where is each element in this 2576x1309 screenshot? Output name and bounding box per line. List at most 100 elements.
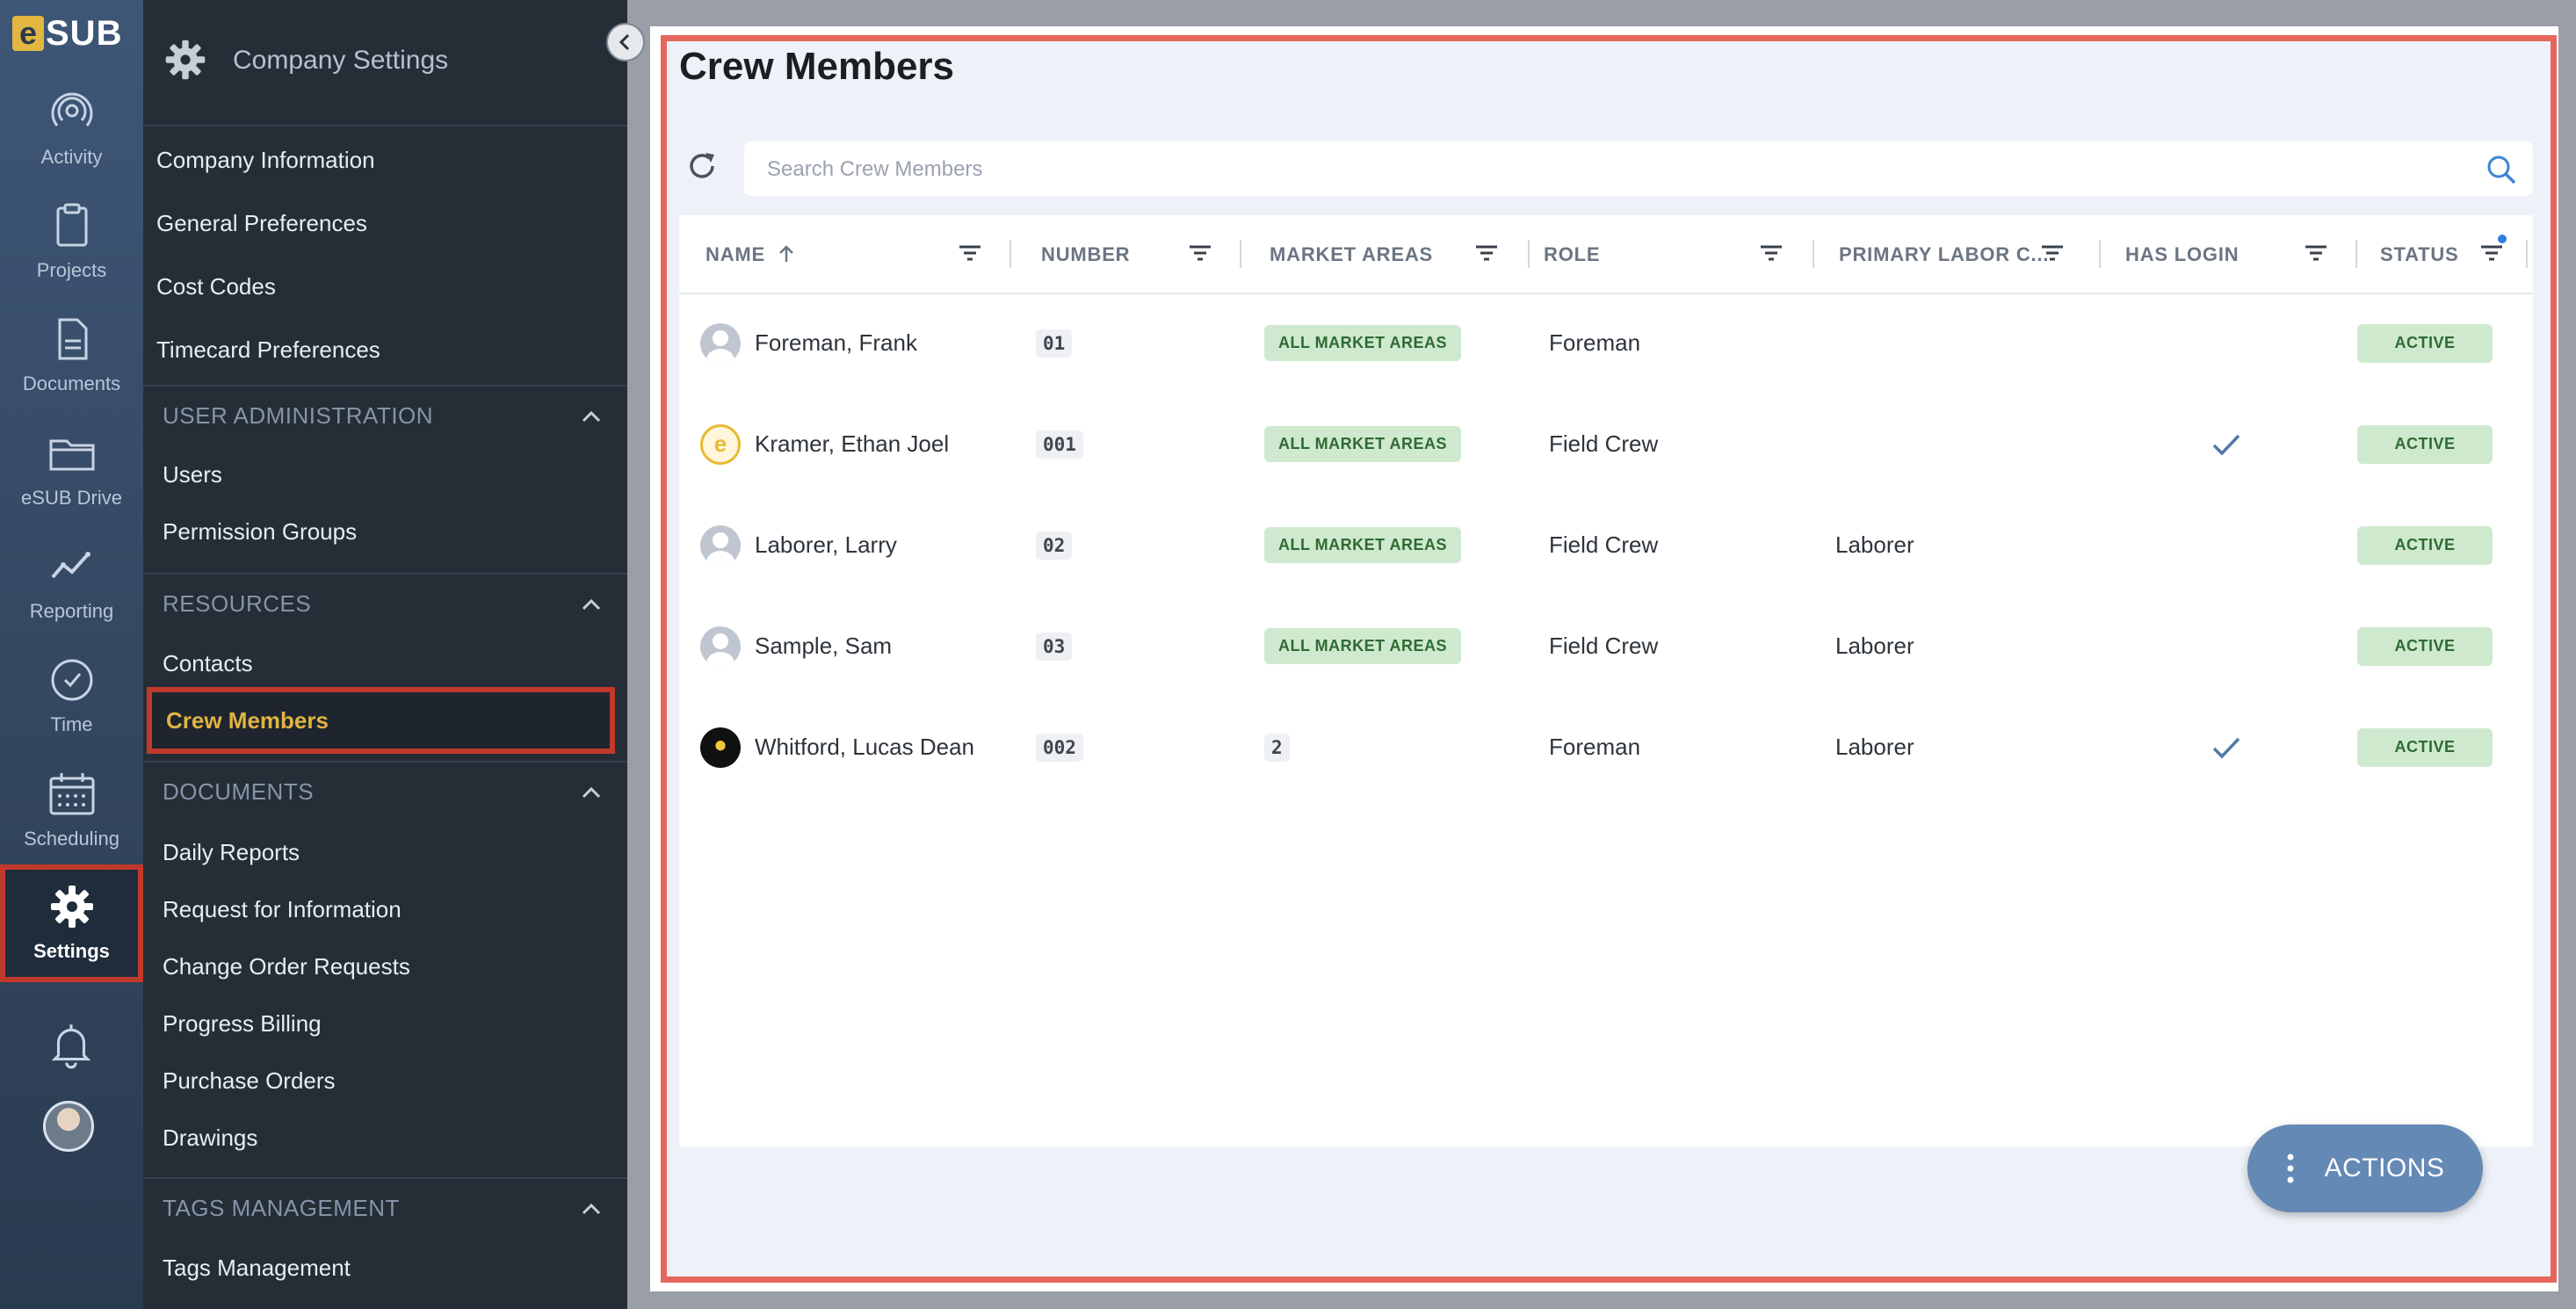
filter-icon[interactable] (957, 240, 983, 266)
column-label: MARKET AREAS (1270, 243, 1434, 265)
table-row[interactable]: Foreman, Frank 01 ALL MARKET AREAS Forem… (679, 293, 2533, 394)
nav-general-preferences[interactable]: General Preferences (156, 210, 367, 237)
rail-label: Projects (36, 259, 107, 281)
table-row[interactable]: Sample, Sam 03 ALL MARKET AREAS Field Cr… (679, 596, 2533, 697)
nav-permission-groups[interactable]: Permission Groups (163, 518, 357, 546)
nav-company-information[interactable]: Company Information (156, 147, 375, 174)
section-resources[interactable]: RESOURCES (143, 573, 627, 636)
filter-icon[interactable] (2478, 240, 2505, 266)
chevron-up-icon (582, 410, 601, 423)
document-icon (58, 318, 87, 360)
rail-item-projects[interactable]: Projects (0, 201, 143, 282)
status-cell: ACTIVE (2357, 596, 2493, 697)
panel-title: Company Settings (233, 46, 449, 75)
rail-item-reporting[interactable]: Reporting (0, 542, 143, 623)
collapse-panel-button[interactable] (606, 23, 645, 61)
user-avatar[interactable] (43, 1101, 94, 1152)
crew-members-page: Crew Members NAME NUMBER MARKET AREAS (661, 35, 2557, 1283)
column-number[interactable]: NUMBER (1011, 215, 1240, 293)
number-cell: 001 (1036, 394, 1083, 495)
chevron-left-icon (619, 33, 630, 51)
filter-icon[interactable] (1758, 240, 1784, 266)
filter-icon[interactable] (2039, 240, 2066, 266)
nav-timecard-preferences[interactable]: Timecard Preferences (156, 336, 380, 364)
status-cell: ACTIVE (2357, 697, 2493, 798)
activity-icon (51, 92, 92, 127)
column-separator[interactable] (2526, 240, 2528, 268)
search-input[interactable] (765, 141, 2438, 198)
rail-label: eSUB Drive (21, 487, 122, 509)
rail-item-documents[interactable]: Documents (0, 315, 143, 395)
column-role[interactable]: ROLE (1530, 215, 1813, 293)
notifications-button[interactable] (46, 1019, 97, 1074)
nav-crew-members[interactable]: Crew Members (147, 687, 615, 754)
actions-label: ACTIONS (2324, 1154, 2445, 1182)
column-primary-labor[interactable]: PRIMARY LABOR C... (1814, 215, 2099, 293)
crew-name: Foreman, Frank (755, 329, 917, 356)
column-name[interactable]: NAME (679, 215, 1009, 293)
nav-drawings[interactable]: Drawings (163, 1125, 257, 1152)
column-label: NUMBER (1041, 243, 1131, 265)
column-status[interactable]: STATUS (2357, 215, 2526, 293)
chevron-up-icon (582, 786, 601, 799)
more-vertical-icon (2287, 1154, 2294, 1183)
nav-contacts[interactable]: Contacts (163, 650, 253, 677)
refresh-icon[interactable] (686, 150, 718, 182)
search-icon[interactable] (2486, 154, 2517, 185)
nav-purchase-orders[interactable]: Purchase Orders (163, 1067, 336, 1095)
crew-number: 03 (1036, 632, 1073, 661)
name-cell: Foreman, Frank (700, 293, 917, 394)
nav-progress-billing[interactable]: Progress Billing (163, 1010, 322, 1038)
role-cell: Foreman (1549, 697, 1640, 798)
sort-ascending-icon[interactable] (776, 243, 797, 264)
status-cell: ACTIVE (2357, 394, 2493, 495)
nav-users[interactable]: Users (163, 461, 222, 488)
section-documents[interactable]: DOCUMENTS (143, 761, 627, 824)
nav-cost-codes[interactable]: Cost Codes (156, 273, 276, 300)
nav-change-order-requests[interactable]: Change Order Requests (163, 953, 410, 980)
column-has-login[interactable]: HAS LOGIN (2101, 215, 2355, 293)
nav-tags-management[interactable]: Tags Management (163, 1255, 351, 1282)
esub-logo[interactable]: e SUB (12, 12, 122, 54)
column-market-areas[interactable]: MARKET AREAS (1241, 215, 1528, 293)
crew-role: Field Crew (1549, 430, 1659, 457)
rail-label: Reporting (29, 600, 114, 622)
number-cell: 02 (1036, 495, 1073, 596)
name-cell: e Kramer, Ethan Joel (700, 394, 949, 495)
column-label: PRIMARY LABOR C... (1839, 243, 2050, 265)
role-cell: Field Crew (1549, 495, 1658, 596)
crew-role: Field Crew (1549, 532, 1659, 558)
actions-button[interactable]: ACTIONS (2247, 1125, 2483, 1212)
chevron-up-icon (582, 598, 601, 611)
nav-request-for-information[interactable]: Request for Information (163, 896, 402, 923)
rail-item-activity[interactable]: Activity (0, 88, 143, 169)
nav-daily-reports[interactable]: Daily Reports (163, 839, 300, 866)
filter-icon[interactable] (1187, 240, 1213, 266)
market-areas-badge: ALL MARKET AREAS (1264, 527, 1461, 563)
section-title: USER ADMINISTRATION (163, 402, 434, 429)
rail-item-scheduling[interactable]: Scheduling (0, 770, 143, 850)
filter-icon[interactable] (1473, 240, 1500, 266)
filter-icon[interactable] (2303, 240, 2329, 266)
rail-label: Scheduling (24, 828, 119, 850)
rail-item-settings[interactable]: Settings (0, 864, 143, 982)
section-tags-management[interactable]: TAGS MANAGEMENT (143, 1177, 627, 1240)
role-cell: Field Crew (1549, 596, 1658, 697)
table-row[interactable]: Laborer, Larry 02 ALL MARKET AREAS Field… (679, 495, 2533, 596)
rail-item-time[interactable]: Time (0, 655, 143, 736)
section-user-administration[interactable]: USER ADMINISTRATION (143, 385, 627, 448)
bell-icon (51, 1024, 91, 1069)
table-header: NAME NUMBER MARKET AREAS ROLE PRIMARY LA… (679, 215, 2533, 294)
crew-name: Whitford, Lucas Dean (755, 734, 975, 760)
chevron-up-icon (582, 1203, 601, 1215)
clipboard-icon (56, 203, 87, 247)
table-row[interactable]: Whitford, Lucas Dean 002 2 Foreman Labor… (679, 697, 2533, 798)
checkmark-icon (2212, 434, 2240, 456)
number-cell: 03 (1036, 596, 1073, 697)
rail-item-esub-drive[interactable]: eSUB Drive (0, 429, 143, 510)
crew-labor: Laborer (1835, 734, 1914, 760)
table-row[interactable]: e Kramer, Ethan Joel 001 ALL MARKET AREA… (679, 394, 2533, 495)
gear-icon (165, 40, 206, 80)
avatar-image (700, 727, 741, 768)
market-areas-cell: 2 (1264, 697, 1290, 798)
